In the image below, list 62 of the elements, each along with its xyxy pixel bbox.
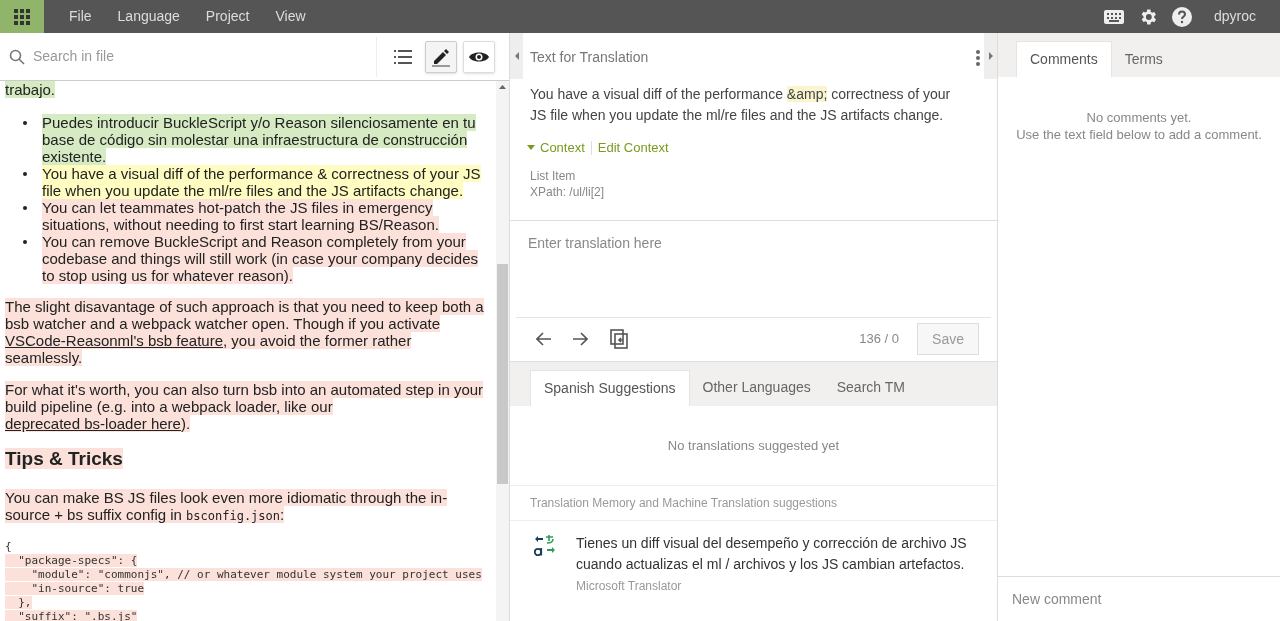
- preview-view-button[interactable]: [463, 40, 495, 73]
- scrollbar[interactable]: [496, 81, 509, 621]
- list-item: Puedes introducir BuckleScript y/o Reason silenciosamente en tu base de código sin molestar una infraestructura de construcción existente.: [42, 114, 477, 165]
- edit-view-button[interactable]: [425, 40, 457, 73]
- panel-title: Text for Translation: [530, 48, 649, 67]
- apps-button[interactable]: [0, 0, 44, 33]
- scroll-up-icon[interactable]: [499, 85, 506, 89]
- list-item: You can let teammates hot-patch the JS files in emergency situations, without needing to first start learning BS/Reason.: [42, 199, 440, 233]
- suggestion-source: Microsoft Translator: [576, 578, 683, 595]
- bullet: [23, 206, 27, 210]
- left-caret-icon: [514, 52, 519, 60]
- menu-item[interactable]: View: [263, 6, 318, 27]
- right-caret-icon: [988, 52, 993, 60]
- forward-arrow-icon[interactable]: [572, 332, 588, 346]
- paragraph: The slight disavantage of such approach is that you need to keep both a bsb watcher and a webpack watcher open. Though if you activate VSCode-Reasonml's bsb feature, you avoid the former rather seamlessly.: [5, 298, 485, 366]
- keyboard-icon[interactable]: [1103, 9, 1124, 24]
- empty-message: Use the text field below to add a comment.: [1015, 126, 1263, 143]
- search-field[interactable]: Search in file: [33, 46, 333, 67]
- suggestion-text[interactable]: Tienes un diff visual del desempeño y corrección de archivo JS cuando actualizas el ml / archivos y los JS cambian artefactos.: [576, 533, 973, 575]
- heading: Tips & Tricks: [5, 447, 124, 471]
- translate-icon: [534, 535, 556, 557]
- paragraph: trabajo.: [5, 81, 57, 98]
- comment-field[interactable]: New comment: [998, 588, 1280, 610]
- link[interactable]: deprecated bs-loader here: [5, 415, 181, 432]
- menu-item[interactable]: Project: [193, 6, 262, 27]
- context-toggle[interactable]: Context: [527, 138, 585, 158]
- user-name[interactable]: dpyroc: [1213, 6, 1256, 27]
- paragraph: For what it's worth, you can also turn bsb into an automated step in your build pipeline (e.g. into a webpack loader, like our deprecated bs-loader here).: [5, 381, 485, 432]
- edit-context-link[interactable]: Edit Context: [597, 138, 669, 158]
- bullet: [23, 121, 27, 125]
- character-count: 136 / 0: [859, 330, 900, 349]
- tab[interactable]: Search TM: [823, 369, 918, 406]
- menu-item[interactable]: File: [57, 6, 104, 27]
- empty-message: No translations suggested yet: [510, 405, 997, 486]
- search-icon: [9, 48, 25, 65]
- tab[interactable]: Other Languages: [689, 369, 824, 406]
- menu-item[interactable]: Language: [105, 6, 192, 27]
- tab[interactable]: Comments: [1016, 41, 1112, 77]
- section-label: Translation Memory and Machine Translation suggestions: [510, 486, 997, 521]
- context-line: List Item: [530, 167, 577, 184]
- translation-field[interactable]: Enter translation here: [510, 220, 997, 317]
- bullet: [23, 240, 27, 244]
- collapse-left-handle[interactable]: [510, 33, 523, 79]
- list-icon: [394, 49, 412, 64]
- list-item: You can remove BuckleScript and Reason completely from your codebase and things will still work (in case your company decides to stop using us for whatever reason).: [42, 233, 480, 284]
- help-icon[interactable]: [1171, 6, 1192, 27]
- grid-icon: [14, 8, 30, 25]
- empty-message: No comments yet.: [1085, 109, 1193, 126]
- caret-icon: [527, 145, 535, 151]
- back-arrow-icon[interactable]: [536, 332, 552, 346]
- paragraph: You can make BS JS files look even more idiomatic through the in-source + bs suffix config in bsconfig.json:: [5, 489, 449, 525]
- bullet: [23, 172, 27, 176]
- list-item: You have a visual diff of the performance & correctness of your JS file when you update the ml/re files and the JS artifacts change.: [42, 165, 482, 199]
- more-options-icon[interactable]: [976, 49, 980, 66]
- pencil-icon: [431, 46, 451, 67]
- tab[interactable]: Terms: [1111, 41, 1176, 77]
- link[interactable]: VSCode-Reasonml's bsb feature: [5, 332, 223, 349]
- tab[interactable]: Spanish Suggestions: [530, 369, 690, 406]
- source-text: You have a visual diff of the performance &amp; correctness of your JS file when you update the ml/re files and the JS artifacts change.: [530, 85, 952, 125]
- context-line: XPath: /ul/li[2]: [530, 183, 606, 200]
- collapse-right-handle[interactable]: [984, 33, 997, 79]
- copy-source-icon[interactable]: [610, 329, 628, 349]
